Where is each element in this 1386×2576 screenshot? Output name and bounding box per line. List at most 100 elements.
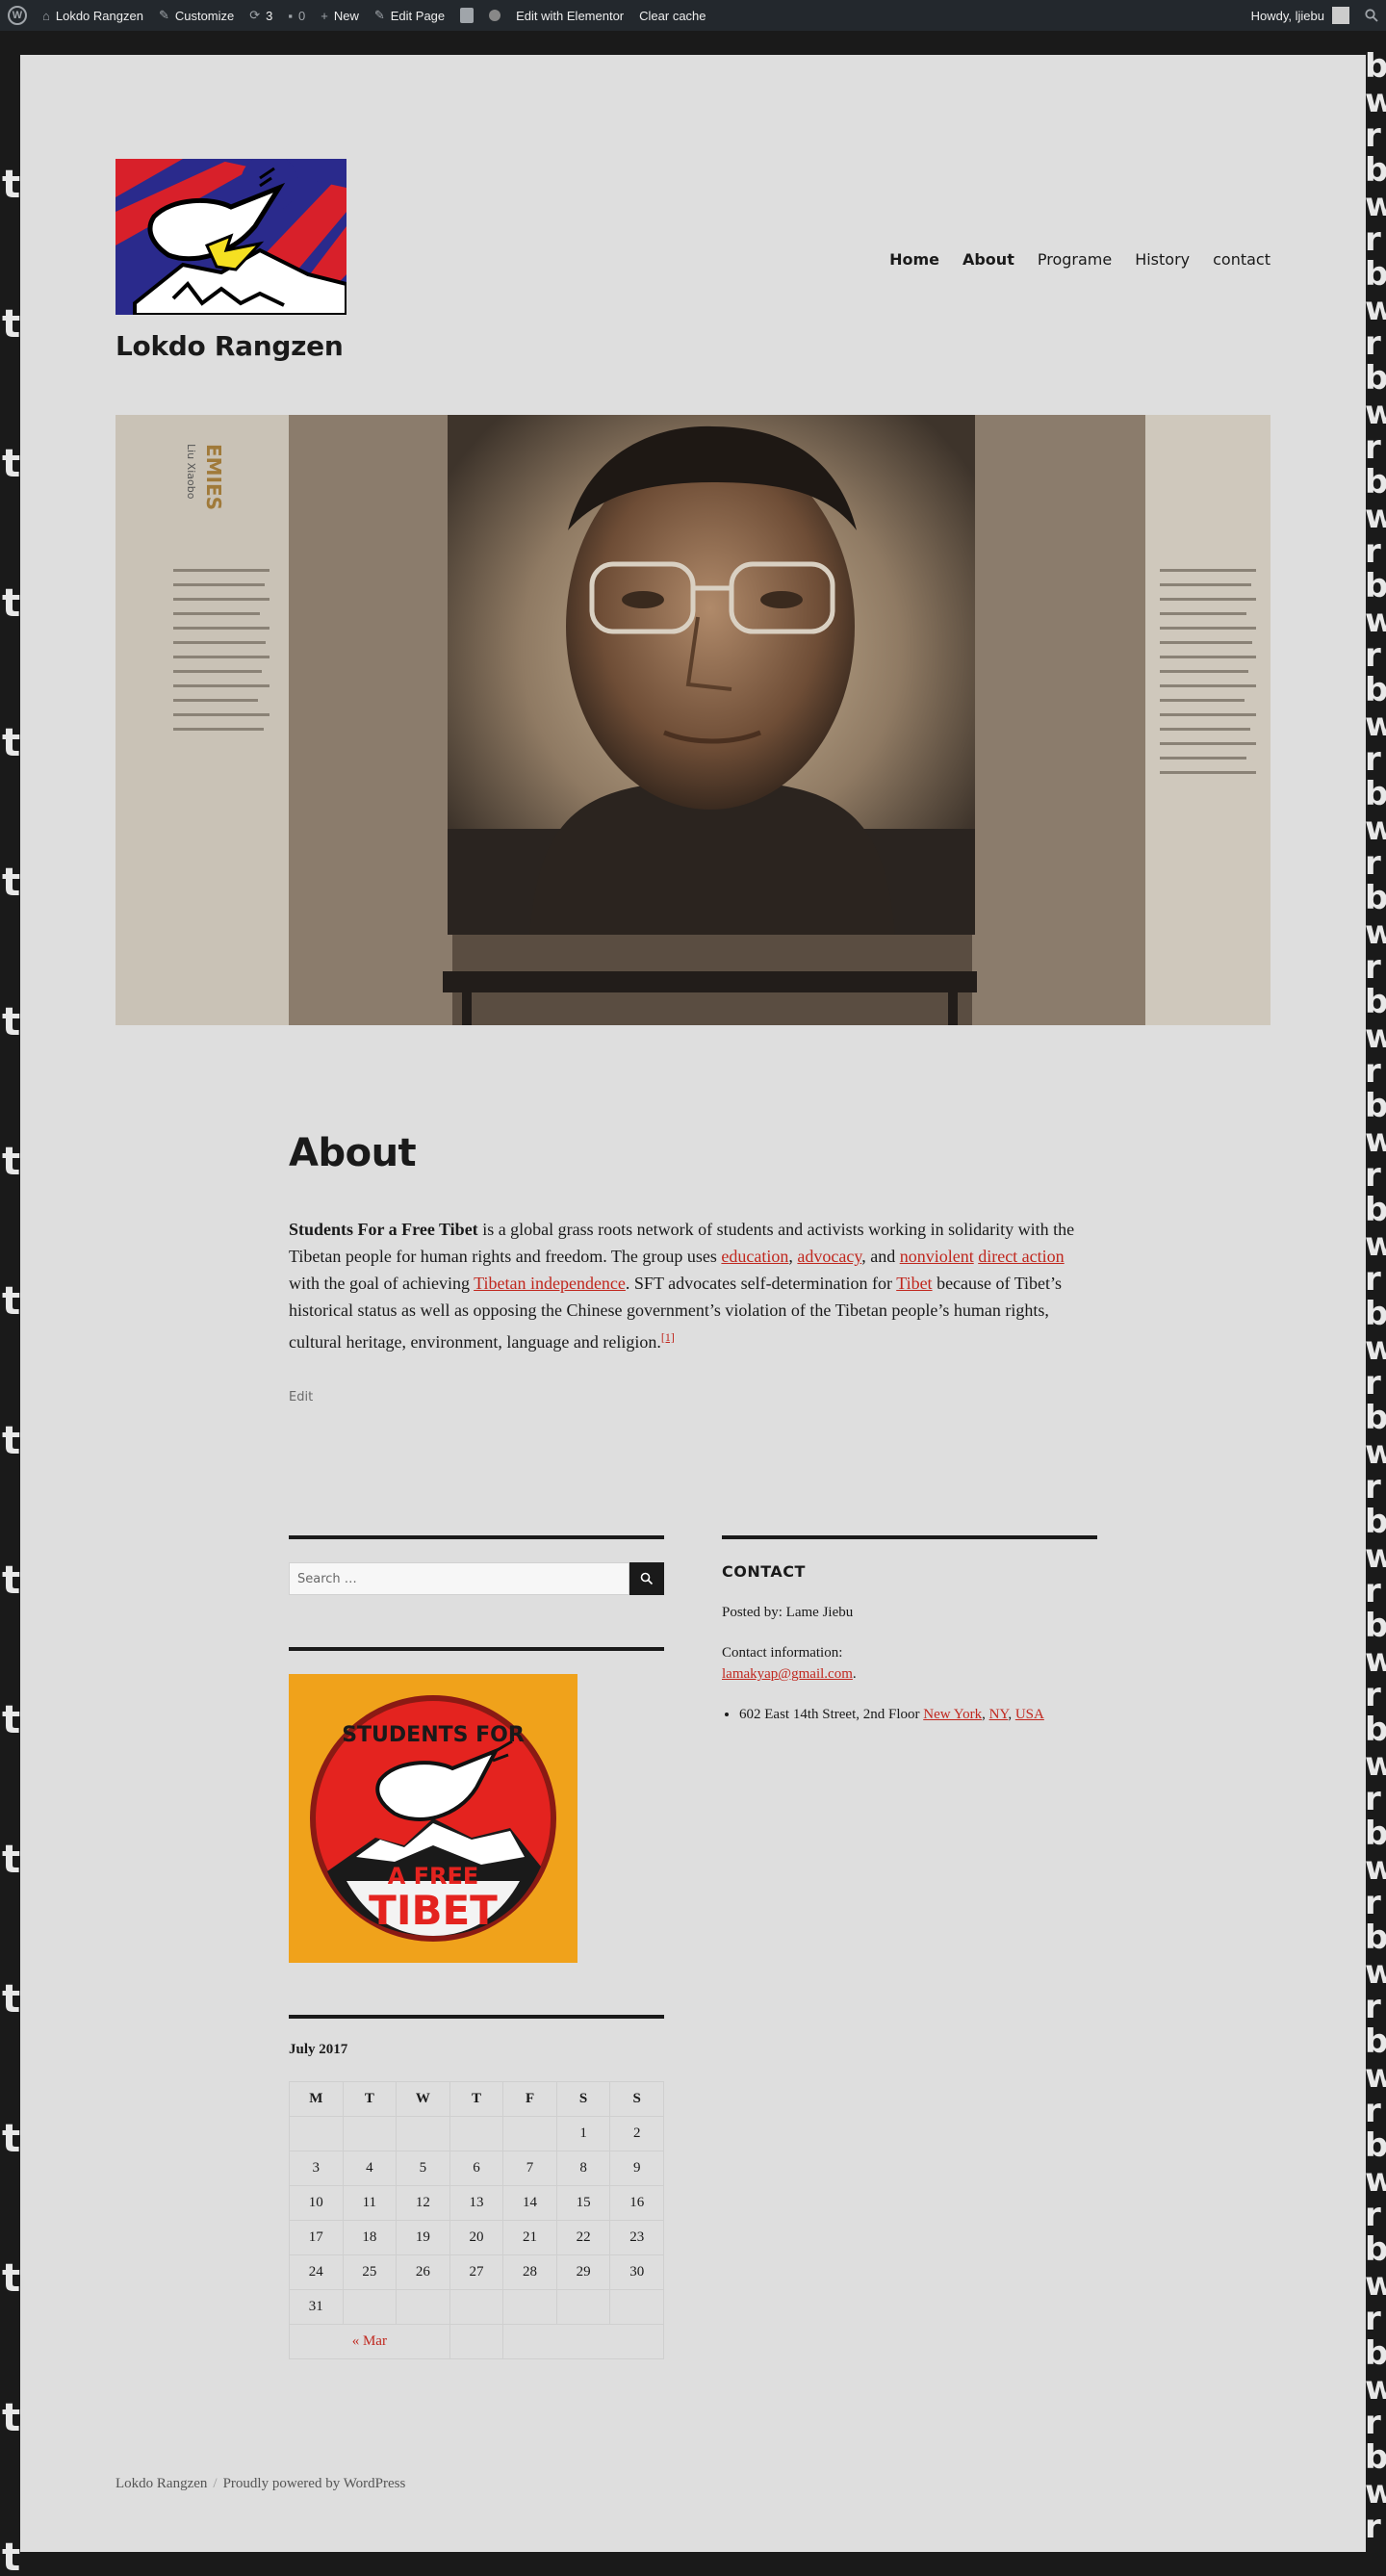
footer-site-name[interactable]: Lokdo Rangzen	[116, 2476, 207, 2491]
background-glyph: w	[1365, 1329, 1386, 1368]
calendar-day: 29	[555, 2254, 611, 2290]
background-glyph: w	[1365, 2473, 1386, 2512]
link-tibetan-independence[interactable]: Tibetan independence	[474, 1274, 626, 1293]
avatar	[1332, 7, 1349, 24]
calendar-prev-link[interactable]: « Mar	[352, 2333, 387, 2349]
clear-cache-link[interactable]: Clear cache	[631, 0, 713, 31]
background-glyph: b	[1365, 775, 1386, 813]
nav-about[interactable]: About	[962, 250, 1014, 269]
background-glyph: w	[1365, 394, 1386, 432]
background-glyph: r	[1365, 1468, 1381, 1507]
calendar-day: 15	[555, 2185, 611, 2221]
nav-home[interactable]: Home	[889, 250, 939, 269]
calendar-day-header: S	[555, 2081, 611, 2117]
link-tibet[interactable]: Tibet	[896, 1274, 932, 1293]
calendar-day: 22	[555, 2220, 611, 2255]
calendar-caption: July 2017	[289, 2042, 348, 2057]
background-glyph: b	[1365, 1503, 1386, 1541]
link-ny[interactable]: NY	[989, 1707, 1009, 1722]
sidebar-right: CONTACT Posted by: Lame Jiebu Contact in…	[722, 1535, 1097, 1777]
calendar-empty-cell	[555, 2289, 611, 2325]
background-glyph: b	[1365, 1191, 1386, 1229]
search-button[interactable]	[629, 1562, 664, 1595]
calendar-day: 25	[342, 2254, 398, 2290]
yoast-seo-icon[interactable]	[452, 0, 481, 31]
calendar-empty-cell	[396, 2289, 450, 2325]
edit-link[interactable]: Edit	[289, 1390, 1097, 1404]
background-glyph: t	[2, 721, 21, 765]
image-widget: STUDENTS FOR A FREE TIBET	[289, 1647, 664, 1963]
footer-powered-by[interactable]: Proudly powered by WordPress	[223, 2476, 406, 2491]
background-glyph: r	[1365, 740, 1381, 779]
site-title[interactable]: Lokdo Rangzen	[116, 330, 344, 362]
comments-link[interactable]: ▪ 0	[280, 0, 313, 31]
background-glyph: w	[1365, 1953, 1386, 1992]
link-usa[interactable]: USA	[1015, 1707, 1044, 1722]
background-glyph: w	[1365, 2265, 1386, 2304]
background-glyph: w	[1365, 1745, 1386, 1784]
updates-link[interactable]: ⟳ 3	[242, 0, 280, 31]
calendar-empty-cell	[502, 2289, 557, 2325]
link-advocacy[interactable]: advocacy	[797, 1247, 861, 1266]
link-direct-action[interactable]: direct action	[978, 1247, 1064, 1266]
background-glyph: w	[1365, 914, 1386, 952]
calendar-day: 17	[289, 2220, 344, 2255]
background-glyph: b	[1365, 2126, 1386, 2165]
background-glyph: b	[1365, 1607, 1386, 1645]
calendar-prev-cell: « Mar	[289, 2324, 450, 2359]
background-glyph: r	[1365, 2092, 1381, 2130]
calendar-empty-cell	[396, 2116, 450, 2151]
badge-text-bottom: TIBET	[369, 1887, 498, 1934]
wordpress-logo-icon[interactable]: W	[0, 0, 35, 31]
background-glyph: t	[2, 1558, 21, 1603]
edit-page-link[interactable]: ✎ Edit Page	[367, 0, 452, 31]
link-education[interactable]: education	[721, 1247, 788, 1266]
calendar-day: 6	[449, 2151, 504, 2186]
calendar-day: 27	[449, 2254, 504, 2290]
background-glyph: r	[1365, 2508, 1381, 2546]
link-new-york[interactable]: New York	[923, 1707, 982, 1722]
background-glyph: b	[1365, 255, 1386, 294]
background-glyph: w	[1365, 2057, 1386, 2096]
edit-with-elementor-link[interactable]: Edit with Elementor	[508, 0, 631, 31]
customize-link[interactable]: ✎ Customize	[151, 0, 242, 31]
background-glyph: b	[1365, 671, 1386, 709]
account-menu[interactable]: Howdy, ljiebu	[1244, 0, 1357, 31]
nav-history[interactable]: History	[1135, 250, 1190, 269]
link-nonviolent[interactable]: nonviolent	[900, 1247, 974, 1266]
background-glyph: w	[1365, 2161, 1386, 2200]
nav-programe[interactable]: Programe	[1038, 250, 1112, 269]
plus-icon: +	[321, 8, 328, 23]
calendar-week-row: 3456789	[289, 2151, 664, 2186]
contact-widget: CONTACT Posted by: Lame Jiebu Contact in…	[722, 1535, 1097, 1725]
background-glyph: b	[1365, 983, 1386, 1021]
footnote-link[interactable]: [1]	[661, 1330, 675, 1344]
background-glyph: t	[2, 1838, 21, 1882]
background-glyph: b	[1365, 1815, 1386, 1853]
background-glyph: w	[1365, 186, 1386, 224]
background-glyph: r	[1365, 1156, 1381, 1195]
admin-bar: W ⌂ Lokdo Rangzen ✎ Customize ⟳ 3 ▪ 0 + New ✎…	[0, 0, 1386, 31]
background-glyph: r	[1365, 428, 1381, 467]
lead-bold: Students For a Free Tibet	[289, 1220, 478, 1239]
background-glyph: t	[2, 442, 21, 486]
background-glyph: w	[1365, 1018, 1386, 1056]
admin-search-icon[interactable]	[1357, 0, 1386, 31]
background-glyph: r	[1365, 1052, 1381, 1091]
background-glyph: b	[1365, 2022, 1386, 2061]
background-glyph: r	[1365, 532, 1381, 571]
badge-text-mid: A FREE	[388, 1863, 479, 1890]
site-logo[interactable]	[116, 159, 346, 315]
status-dot-icon[interactable]	[481, 0, 508, 31]
email-link[interactable]: lamakyap@gmail.com	[722, 1666, 853, 1682]
background-glyph: b	[1365, 2230, 1386, 2269]
new-content-link[interactable]: + New	[313, 0, 367, 31]
contact-title: CONTACT	[722, 1562, 806, 1581]
admin-site-name[interactable]: ⌂ Lokdo Rangzen	[35, 0, 151, 31]
students-for-free-tibet-badge: STUDENTS FOR A FREE TIBET	[289, 1674, 578, 1963]
calendar-empty-cell	[342, 2116, 398, 2151]
calendar-week-row: 31	[289, 2289, 664, 2325]
nav-contact[interactable]: contact	[1213, 250, 1270, 269]
calendar-day: 23	[609, 2220, 664, 2255]
search-input[interactable]: Search …	[289, 1562, 629, 1595]
